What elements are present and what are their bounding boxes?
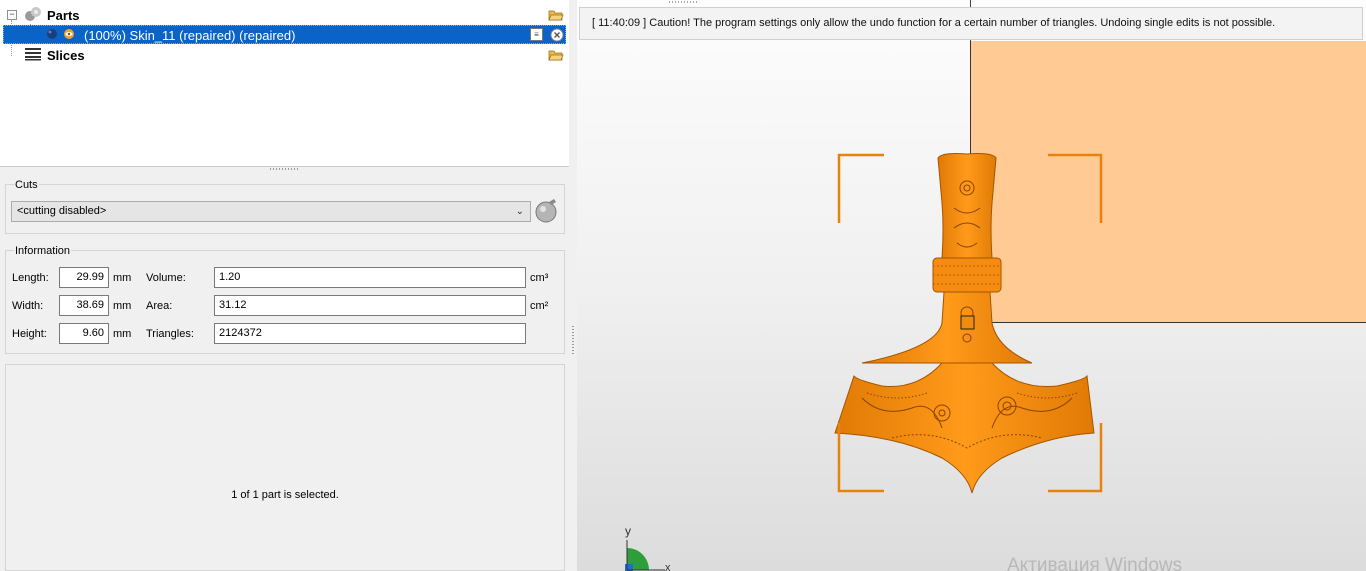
- splitter-grip[interactable]: [270, 168, 300, 170]
- length-field[interactable]: 29.99: [59, 267, 109, 288]
- length-label: Length:: [12, 272, 49, 284]
- bounding-box: [837, 153, 1103, 493]
- splitter-grip[interactable]: [572, 326, 574, 354]
- axis-x-label: x: [665, 562, 671, 571]
- slices-icon: [25, 48, 41, 61]
- axis-indicator: y x: [625, 524, 671, 571]
- parts-icon: [25, 7, 41, 21]
- volume-unit: cm³: [530, 272, 549, 284]
- cuts-title: Cuts: [14, 179, 39, 191]
- height-label: Height:: [12, 328, 47, 340]
- windows-activation-watermark: Активация Windows: [1007, 555, 1183, 571]
- selection-status: 1 of 1 part is selected.: [231, 489, 339, 501]
- width-field[interactable]: 38.69: [59, 295, 109, 316]
- triangles-label: Triangles:: [146, 328, 194, 340]
- part-sphere-icon: [47, 29, 57, 39]
- 3d-viewport[interactable]: [ 11:40:09 ] Caution! The program settin…: [577, 0, 1366, 571]
- part-properties-button[interactable]: ≡: [530, 28, 543, 41]
- part-row-label: (100%) Skin_11 (repaired) (repaired): [84, 28, 296, 43]
- remove-part-icon[interactable]: [550, 28, 564, 42]
- chevron-down-icon: ⌄: [515, 206, 524, 217]
- width-unit: mm: [113, 300, 132, 312]
- information-title: Information: [14, 245, 72, 257]
- open-folder-icon[interactable]: [548, 49, 564, 61]
- height-unit: mm: [113, 328, 132, 340]
- volume-field[interactable]: 1.20: [214, 267, 526, 288]
- parts-label[interactable]: Parts: [47, 8, 80, 23]
- area-label: Area:: [146, 300, 173, 312]
- vertical-splitter[interactable]: [569, 0, 577, 571]
- cutting-tool-icon[interactable]: [533, 198, 559, 224]
- width-label: Width:: [12, 300, 44, 312]
- parts-tree: − Parts (100%) Skin_11 (repaired) (repai…: [0, 0, 570, 167]
- height-field[interactable]: 9.60: [59, 323, 109, 344]
- splitter-grip[interactable]: [669, 1, 699, 3]
- cuts-dropdown[interactable]: <cutting disabled> ⌄: [11, 201, 531, 222]
- parts-collapse-toggle[interactable]: −: [7, 10, 17, 20]
- open-folder-icon[interactable]: [548, 9, 564, 21]
- visibility-eye-icon[interactable]: [63, 28, 75, 40]
- status-panel: 1 of 1 part is selected.: [5, 364, 565, 571]
- cuts-dropdown-value: <cutting disabled>: [17, 205, 107, 217]
- area-field[interactable]: 31.12: [214, 295, 526, 316]
- length-unit: mm: [113, 272, 132, 284]
- triangles-field[interactable]: 2124372: [214, 323, 526, 344]
- part-row-skin-11[interactable]: (100%) Skin_11 (repaired) (repaired) ≡: [3, 25, 566, 44]
- slices-label[interactable]: Slices: [47, 48, 85, 63]
- area-unit: cm²: [530, 300, 549, 312]
- axis-y-label: y: [625, 524, 631, 538]
- log-message-box: [ 11:40:09 ] Caution! The program settin…: [579, 7, 1363, 40]
- volume-label: Volume:: [146, 272, 186, 284]
